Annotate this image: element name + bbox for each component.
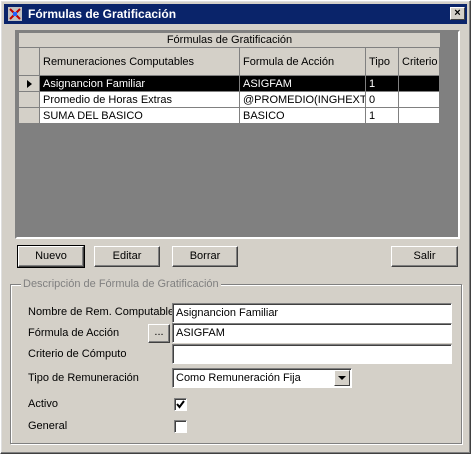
- cell-name[interactable]: SUMA DEL BASICO: [40, 108, 240, 124]
- tipo-label: Tipo de Remuneración: [28, 372, 139, 384]
- cell-formula[interactable]: @PROMEDIO(INGHEXTRA: [240, 92, 366, 108]
- current-row-arrow-icon: [27, 80, 32, 88]
- title-bar[interactable]: Fórmulas de Gratificación ×: [4, 4, 467, 24]
- nuevo-label: Nuevo: [35, 250, 67, 262]
- borrar-label: Borrar: [189, 250, 221, 262]
- cell-name[interactable]: Promedio de Horas Extras: [40, 92, 240, 108]
- column-header-criterio[interactable]: Criterio: [399, 48, 440, 76]
- dropdown-button[interactable]: [334, 370, 350, 386]
- borrar-button[interactable]: Borrar: [172, 246, 238, 267]
- app-icon: [8, 7, 22, 21]
- salir-label: Salir: [413, 250, 436, 262]
- tipo-selected-value: Como Remuneración Fija: [176, 372, 301, 384]
- nuevo-button[interactable]: Nuevo: [17, 245, 85, 268]
- row-indicator: [19, 76, 40, 92]
- cell-criterio[interactable]: [399, 92, 440, 108]
- formula-field[interactable]: ASIGFAM: [172, 323, 452, 343]
- column-header-formula[interactable]: Formula de Acción: [240, 48, 366, 76]
- cell-criterio[interactable]: [399, 76, 440, 92]
- cell-tipo[interactable]: 1: [366, 108, 399, 124]
- chevron-down-icon: [338, 376, 346, 380]
- editar-button[interactable]: Editar: [94, 246, 160, 267]
- nombre-label: Nombre de Rem. Computable: [28, 306, 175, 318]
- formula-browse-button[interactable]: ...: [148, 324, 170, 343]
- cell-tipo[interactable]: 0: [366, 92, 399, 108]
- cell-tipo[interactable]: 1: [366, 76, 399, 92]
- groupbox-title: Descripción de Fórmula de Gratificación: [21, 278, 221, 290]
- window-title: Fórmulas de Gratificación: [28, 7, 177, 21]
- close-icon: ×: [454, 7, 461, 19]
- activo-checkbox[interactable]: [174, 398, 187, 411]
- nombre-field[interactable]: Asignancion Familiar: [172, 303, 452, 323]
- column-header-remuneraciones[interactable]: Remuneraciones Computables: [40, 48, 240, 76]
- editar-label: Editar: [112, 250, 142, 262]
- cell-formula[interactable]: ASIGFAM: [240, 76, 366, 92]
- cell-criterio[interactable]: [399, 108, 440, 124]
- close-button[interactable]: ×: [450, 7, 465, 20]
- cell-formula[interactable]: BASICO: [240, 108, 366, 124]
- formula-label: Fórmula de Acción: [28, 327, 120, 339]
- activo-label: Activo: [28, 398, 58, 410]
- dialog-window: Fórmulas de Gratificación × Fórmulas de …: [0, 0, 471, 454]
- cell-name[interactable]: Asignancion Familiar: [40, 76, 240, 92]
- formulas-grid[interactable]: Fórmulas de Gratificación Remuneraciones…: [15, 30, 460, 239]
- salir-button[interactable]: Salir: [391, 246, 458, 267]
- general-label: General: [28, 420, 68, 432]
- row-indicator: [19, 108, 40, 124]
- criterio-field[interactable]: [172, 344, 452, 364]
- criterio-label: Criterio de Cómputo: [28, 348, 127, 360]
- tipo-select[interactable]: Como Remuneración Fija: [172, 368, 352, 388]
- grid-corner: [19, 48, 40, 76]
- checkmark-icon: [176, 400, 185, 409]
- ellipsis-icon: ...: [154, 326, 164, 338]
- grid-caption: Fórmulas de Gratificación: [19, 33, 440, 48]
- column-header-tipo[interactable]: Tipo: [366, 48, 399, 76]
- general-checkbox[interactable]: [174, 420, 187, 433]
- row-indicator: [19, 92, 40, 108]
